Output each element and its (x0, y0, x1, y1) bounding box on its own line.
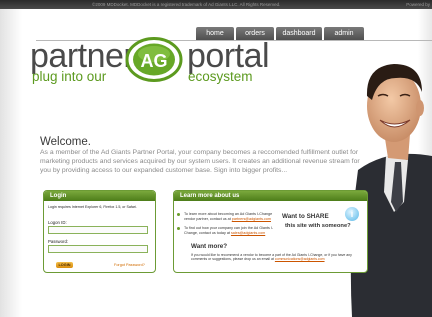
want-more-body: If you would like to recommend a vendor … (191, 253, 352, 262)
page-shadow-left (0, 9, 22, 317)
smiling-man-photo (350, 64, 432, 317)
learn-more-title: Learn more about us (174, 191, 367, 201)
powered-by-text: Powered by (406, 2, 430, 7)
logo-word-portal: portal (187, 37, 270, 75)
learn-item-sales: To find out how your company can join th… (184, 226, 282, 235)
sales-email-link[interactable]: sales@adgiants.com (231, 231, 265, 235)
share-subheading[interactable]: this site with someone? (285, 223, 351, 229)
bullet-icon (177, 227, 180, 230)
welcome-text: As a member of the Ad Giants Partner Por… (40, 149, 360, 174)
want-more-text: If you would like to recommend a vendor … (191, 253, 361, 262)
communications-email-link[interactable]: communications@adgiants.com (275, 257, 325, 261)
partners-email-link[interactable]: partners@adgiants.com (232, 217, 271, 221)
logon-id-field[interactable] (48, 226, 148, 234)
password-label: Password: (48, 239, 69, 244)
share-heading: Want to SHARE (282, 213, 329, 220)
logon-id-label: Logon ID: (48, 220, 67, 225)
login-requirements-note: Login requires Internet Explorer 6, Fire… (48, 205, 137, 209)
logo-tagline-right: ecosystem (188, 69, 253, 84)
share-speech-bubble-icon[interactable]: i (345, 207, 359, 221)
want-more-heading: Want more? (191, 243, 228, 250)
learn-more-panel: Learn more about us To learn more about … (173, 190, 368, 273)
copyright-text: ©2009 MDDocket. MDDocket is a registered… (92, 2, 281, 7)
welcome-heading: Welcome. (40, 136, 91, 148)
password-field[interactable] (48, 245, 148, 253)
login-button[interactable]: LOGIN (56, 262, 73, 268)
login-panel-title: Login (44, 191, 155, 201)
logo-word-partner: partner (30, 37, 135, 75)
logo-mark-text: AG (141, 51, 168, 71)
nav-dashboard[interactable]: dashboard (276, 27, 322, 40)
top-bar: ©2009 MDDocket. MDDocket is a registered… (0, 0, 432, 9)
nav-admin[interactable]: admin (324, 27, 364, 40)
ad-giants-logo-icon: AG (125, 37, 183, 82)
bullet-icon (177, 213, 180, 216)
forgot-password-link[interactable]: Forgot Password? (114, 263, 145, 267)
logo-tagline-left: plug into our (32, 69, 107, 84)
learn-item-partners: To learn more about becoming an Ad Giant… (184, 212, 282, 221)
